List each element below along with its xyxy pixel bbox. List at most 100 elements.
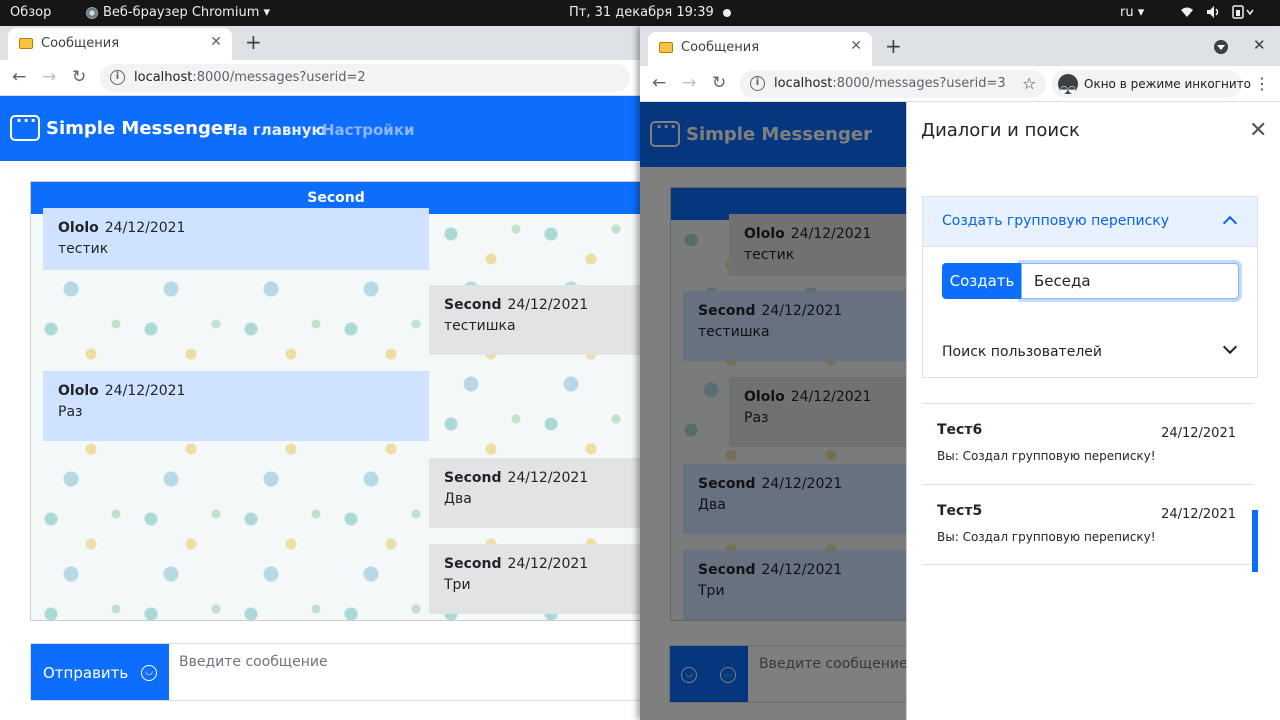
message-date: 24/12/2021 xyxy=(507,297,589,313)
message-author: Ololo xyxy=(58,220,99,236)
incognito-indicator[interactable]: Окно в режиме инкогнито xyxy=(1052,70,1251,104)
accordion-group-chat-label: Создать групповую переписку xyxy=(942,213,1170,229)
tab-strip: Сообщения ✕ + xyxy=(0,26,640,60)
tab-close-icon[interactable]: ✕ xyxy=(210,34,222,50)
new-tab-button[interactable]: + xyxy=(885,34,902,58)
tab-search-icon[interactable] xyxy=(1214,40,1228,54)
incognito-label: Окно в режиме инкогнито xyxy=(1084,77,1251,91)
system-top-bar: Обзор Веб-браузер Chromium ▾ Пт, 31 дека… xyxy=(0,0,1280,26)
incognito-icon xyxy=(1058,74,1078,104)
url-text: localhost:8000/messages?userid=3 xyxy=(774,76,1006,91)
message-author: Second xyxy=(444,556,502,572)
message-item: Ololo 24/12/2021 тестик xyxy=(43,208,429,270)
create-group-button[interactable]: Создать xyxy=(942,263,1022,299)
conversation-item[interactable]: Тест6 24/12/2021 Вы: Создал групповую пе… xyxy=(922,403,1252,484)
chat-card: Second Ololo 24/12/2021 тестик Second 24/1… xyxy=(30,181,640,621)
accordion: Создать групповую переписку Создать Бесе… xyxy=(922,196,1258,378)
message-date: 24/12/2021 xyxy=(507,470,589,486)
app-menu[interactable]: Веб-браузер Chromium ▾ xyxy=(86,5,270,20)
conversation-list-scrollbar[interactable] xyxy=(1252,510,1258,572)
message-text: тестишка xyxy=(444,318,516,334)
back-button[interactable]: ← xyxy=(652,73,666,93)
clock[interactable]: Пт, 31 декабря 19:39 xyxy=(569,5,714,20)
volume-icon xyxy=(1206,5,1220,19)
dialogs-offcanvas: Диалоги и поиск ✕ Создать групповую пере… xyxy=(906,102,1280,720)
url-host: localhost xyxy=(134,70,193,85)
message-input[interactable]: Введите сообщение xyxy=(179,654,328,670)
accordion-group-chat-header[interactable]: Создать групповую переписку xyxy=(923,197,1257,247)
conversation-name: Тест5 xyxy=(937,503,983,519)
message-item: Second 24/12/2021 Три xyxy=(429,544,640,614)
nav-settings-link[interactable]: Настройки xyxy=(322,121,415,139)
accordion-user-search-label: Поиск пользователей xyxy=(942,344,1102,360)
new-tab-button[interactable]: + xyxy=(245,30,262,54)
reload-button[interactable]: ↻ xyxy=(712,73,726,93)
nav-home-link[interactable]: На главную xyxy=(225,121,326,139)
chromium-icon xyxy=(86,6,98,19)
offcanvas-backdrop[interactable] xyxy=(640,102,906,720)
message-item: Second 24/12/2021 тестишка xyxy=(429,285,640,355)
message-item: Second 24/12/2021 Два xyxy=(429,458,640,528)
tab-strip: Сообщения ✕ + ✕ xyxy=(640,26,1280,66)
browser-window-incognito: Сообщения ✕ + ✕ ← → ↻ i localhost:8000/m… xyxy=(640,26,1280,720)
message-date: 24/12/2021 xyxy=(104,220,186,236)
menu-kebab-icon[interactable]: ⋮ xyxy=(1254,74,1270,93)
message-list[interactable]: Ololo 24/12/2021 тестик Second 24/12/2021 … xyxy=(31,208,640,620)
favicon-icon xyxy=(659,42,673,53)
activities-button[interactable]: Обзор xyxy=(10,5,51,20)
brand[interactable]: Simple Messenger xyxy=(10,111,232,141)
address-bar[interactable]: i localhost:8000/messages?userid=2 xyxy=(100,64,630,92)
emoji-icon[interactable]: ◡ xyxy=(141,665,157,681)
bookmark-star-icon[interactable]: ☆ xyxy=(1022,74,1036,93)
conversation-last-message: Вы: Создал групповую переписку! xyxy=(937,449,1156,463)
tab-close-icon[interactable]: ✕ xyxy=(850,38,862,54)
message-author: Second xyxy=(444,297,502,313)
message-date: 24/12/2021 xyxy=(104,383,186,399)
offcanvas-title: Диалоги и поиск xyxy=(921,120,1080,141)
send-button-label: Отправить xyxy=(43,664,129,682)
url-path: :8000/messages?userid=3 xyxy=(832,76,1006,91)
recording-indicator-icon xyxy=(723,9,731,17)
address-bar[interactable]: i localhost:8000/messages?userid=3 ☆ xyxy=(740,70,1046,98)
conversation-item[interactable]: Тест5 24/12/2021 Вы: Создал групповую пе… xyxy=(922,484,1252,565)
message-author: Ololo xyxy=(58,383,99,399)
chat-bubble-icon xyxy=(10,111,40,141)
tab-title: Сообщения xyxy=(681,40,760,55)
system-status-area[interactable] xyxy=(1180,5,1254,19)
power-menu-icon xyxy=(1232,5,1254,19)
app-menu-label: Веб-браузер Chromium ▾ xyxy=(103,5,271,20)
chevron-up-icon xyxy=(1222,215,1238,231)
message-date: 24/12/2021 xyxy=(507,556,589,572)
conversation-date: 24/12/2021 xyxy=(1161,507,1236,522)
keyboard-layout-indicator[interactable]: ru ▾ xyxy=(1120,5,1144,20)
browser-window-left: Сообщения ✕ + ← → ↻ i localhost:8000/mes… xyxy=(0,26,640,720)
chevron-down-icon xyxy=(1222,339,1238,355)
conversation-date: 24/12/2021 xyxy=(1161,426,1236,441)
message-item: Ololo 24/12/2021 Раз xyxy=(43,371,429,441)
url-text: localhost:8000/messages?userid=2 xyxy=(134,70,366,85)
group-name-input[interactable]: Беседа xyxy=(1021,263,1239,299)
message-composer: Отправить ◡ Введите сообщение xyxy=(30,643,640,701)
site-info-icon[interactable]: i xyxy=(750,76,765,91)
tab-messages[interactable]: Сообщения ✕ xyxy=(8,28,232,60)
tab-title: Сообщения xyxy=(41,36,120,51)
forward-button[interactable]: → xyxy=(682,73,696,93)
send-button[interactable]: Отправить ◡ xyxy=(31,644,169,700)
message-text: тестик xyxy=(58,241,109,257)
conversation-last-message: Вы: Создал групповую переписку! xyxy=(937,530,1156,544)
window-close-button[interactable]: ✕ xyxy=(1253,36,1266,54)
tab-messages[interactable]: Сообщения ✕ xyxy=(648,32,872,66)
toolbar: ← → ↻ i localhost:8000/messages?userid=2 xyxy=(0,60,640,96)
reload-button[interactable]: ↻ xyxy=(72,67,86,87)
message-text: Три xyxy=(444,577,471,593)
close-icon[interactable]: ✕ xyxy=(1249,120,1267,142)
message-author: Second xyxy=(444,470,502,486)
url-path: :8000/messages?userid=2 xyxy=(192,70,366,85)
conversation-name: Тест6 xyxy=(937,422,983,438)
accordion-user-search-header[interactable]: Поиск пользователей xyxy=(923,328,1257,378)
app-navbar: Simple Messenger На главную Настройки xyxy=(0,96,640,161)
back-button[interactable]: ← xyxy=(12,67,26,87)
site-info-icon[interactable]: i xyxy=(110,70,125,85)
forward-button[interactable]: → xyxy=(42,67,56,87)
url-host: localhost xyxy=(774,76,833,91)
